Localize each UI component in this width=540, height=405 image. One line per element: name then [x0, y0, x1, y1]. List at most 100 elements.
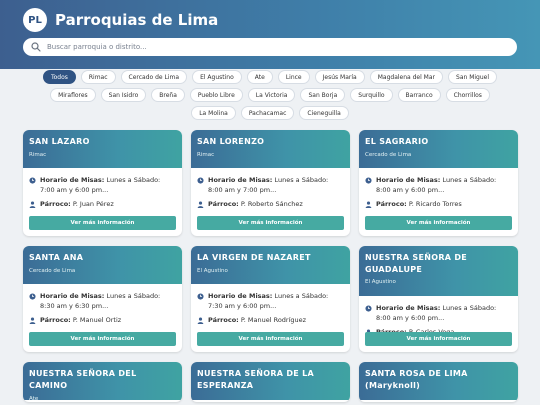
more-info-button[interactable]: Ver más información — [365, 216, 512, 230]
schedule-row: Horario de Misas: Lunes a Sábado: 8:00 am… — [365, 175, 512, 195]
schedule-times: 8:00 am y 6:00 pm... — [376, 314, 445, 322]
person-icon — [365, 201, 372, 208]
more-info-button[interactable]: Ver más información — [197, 216, 344, 230]
priest-name: P. Manuel Rodríguez — [240, 316, 307, 324]
filter-chip[interactable]: San Isidro — [100, 88, 147, 102]
schedule-times: 7:30 am y 6:00 pm... — [208, 302, 277, 310]
filter-chip[interactable]: Miraflores — [50, 88, 96, 102]
parish-district: El Agustino — [365, 279, 396, 285]
filter-chip[interactable]: Todos — [42, 70, 76, 84]
card-header: NUESTRA SEÑORA DE LA ESPERANZA — [191, 362, 350, 400]
filter-chip[interactable]: El Agustino — [192, 70, 242, 84]
priest-row: Párroco: P. Juan Pérez — [29, 199, 176, 209]
schedule-days: Lunes a Sábado: — [442, 304, 497, 312]
schedule-label: Horario de Misas: — [208, 176, 273, 184]
filter-chip[interactable]: San Miguel — [448, 70, 498, 84]
card-header: NUESTRA SEÑORA DE GUADALUPE El Agustino — [359, 246, 518, 296]
parish-card[interactable]: SANTA ANA Cercado de Lima Horario de Misas… — [23, 246, 182, 352]
parish-district: Cercado de Lima — [29, 268, 76, 274]
priest-row: Párroco: P. Manuel Ortiz — [29, 315, 176, 325]
card-body: Horario de Misas: Lunes a Sábado: 8:00 am… — [191, 168, 350, 209]
schedule-days: Lunes a Sábado: — [106, 176, 161, 184]
card-header: SANTA ANA Cercado de Lima — [23, 246, 182, 284]
card-body: Horario de Misas: Lunes a Sábado: 8:30 am… — [23, 284, 182, 325]
parish-name: NUESTRA SEÑORA DEL CAMINO — [29, 369, 137, 390]
card-header: SANTA ROSA DE LIMA (Maryknoll) — [359, 362, 518, 400]
priest-row: Párroco: P. Manuel Rodríguez — [197, 315, 344, 325]
clock-icon — [365, 304, 372, 312]
clock-icon — [197, 176, 204, 184]
brand: PL Parroquias de Lima — [23, 7, 517, 33]
priest-name: P. Juan Pérez — [72, 200, 114, 208]
parish-name: SANTA ANA — [29, 253, 84, 262]
schedule-label: Horario de Misas: — [40, 292, 105, 300]
priest-name: P. Manuel Ortiz — [72, 316, 122, 324]
more-info-button[interactable]: Ver más información — [197, 332, 344, 346]
filter-chip[interactable]: Barranco — [397, 88, 441, 102]
parish-card[interactable]: SANTA ROSA DE LIMA (Maryknoll) — [359, 362, 518, 402]
card-header: NUESTRA SEÑORA DEL CAMINO Ate — [23, 362, 182, 402]
filter-chip[interactable]: Chorrillos — [445, 88, 490, 102]
card-body: Horario de Misas: Lunes a Sábado: 8:00 am… — [359, 296, 518, 337]
more-info-button[interactable]: Ver más información — [29, 216, 176, 230]
filter-chip[interactable]: La Victoria — [247, 88, 296, 102]
schedule-label: Horario de Misas: — [40, 176, 105, 184]
filter-chip[interactable]: Cieneguilla — [299, 106, 349, 120]
schedule-label: Horario de Misas: — [376, 176, 441, 184]
parish-card[interactable]: LA VIRGEN DE NAZARET El Agustino Horario d… — [191, 246, 350, 352]
filter-chip[interactable]: La Molina — [191, 106, 236, 120]
person-icon — [29, 317, 36, 324]
search-input[interactable] — [47, 43, 509, 51]
schedule-times: 8:00 am y 7:00 pm... — [208, 186, 277, 194]
schedule-days: Lunes a Sábado: — [106, 292, 161, 300]
parish-grid: SAN LAZARO Rimac Horario de Misas: Lunes a… — [23, 130, 518, 402]
card-header: SAN LAZARO Rimac — [23, 130, 182, 168]
parish-card[interactable]: NUESTRA SEÑORA DEL CAMINO Ate — [23, 362, 182, 402]
schedule-times: 8:00 am y 6:00 pm... — [376, 186, 445, 194]
filter-chip[interactable]: Pueblo Libre — [189, 88, 243, 102]
parish-card[interactable]: NUESTRA SEÑORA DE GUADALUPE El Agustino Ho… — [359, 246, 518, 352]
schedule-days: Lunes a Sábado: — [274, 292, 329, 300]
parish-card[interactable]: SAN LAZARO Rimac Horario de Misas: Lunes a… — [23, 130, 182, 236]
logo[interactable]: PL — [23, 8, 47, 32]
priest-row: Párroco: P. Roberto Sánchez — [197, 199, 344, 209]
clock-icon — [29, 176, 36, 184]
priest-label: Párroco: — [376, 200, 407, 208]
person-icon — [197, 317, 204, 324]
more-info-button[interactable]: Ver más información — [365, 332, 512, 346]
parish-name: LA VIRGEN DE NAZARET — [197, 253, 311, 262]
parish-card[interactable]: SAN LORENZO Rimac Horario de Misas: Lunes … — [191, 130, 350, 236]
more-info-button[interactable]: Ver más información — [29, 332, 176, 346]
filter-chip[interactable]: Cercado de Lima — [120, 70, 188, 84]
schedule-days: Lunes a Sábado: — [442, 176, 497, 184]
card-body: Horario de Misas: Lunes a Sábado: 8:00 am… — [359, 168, 518, 209]
parish-district: Ate — [29, 396, 39, 402]
filter-chip[interactable]: Jesús María — [314, 70, 365, 84]
parish-card[interactable]: NUESTRA SEÑORA DE LA ESPERANZA — [191, 362, 350, 402]
card-header: SAN LORENZO Rimac — [191, 130, 350, 168]
priest-name: P. Roberto Sánchez — [240, 200, 303, 208]
parish-card[interactable]: EL SAGRARIO Cercado de Lima Horario de Mis… — [359, 130, 518, 236]
schedule-label: Horario de Misas: — [208, 292, 273, 300]
filter-chip[interactable]: San Borja — [300, 88, 346, 102]
filter-chip[interactable]: Pachacamac — [240, 106, 295, 120]
person-icon — [29, 201, 36, 208]
app-title: Parroquias de Lima — [55, 11, 219, 29]
filter-chip[interactable]: Rimac — [80, 70, 116, 84]
filter-chip[interactable]: Lince — [277, 70, 310, 84]
priest-row: Párroco: P. Ricardo Torres — [365, 199, 512, 209]
parish-name: NUESTRA SEÑORA DE LA ESPERANZA — [197, 369, 315, 390]
schedule-times: 7:00 am y 6:00 pm... — [40, 186, 109, 194]
search-icon — [31, 42, 41, 52]
parish-district: El Agustino — [197, 268, 228, 274]
filter-chip[interactable]: Breña — [151, 88, 185, 102]
clock-icon — [29, 292, 36, 300]
filter-chip[interactable]: Surquillo — [350, 88, 393, 102]
priest-label: Párroco: — [40, 316, 71, 324]
filter-chip[interactable]: Magdalena del Mar — [369, 70, 444, 84]
priest-label: Párroco: — [208, 316, 239, 324]
filter-chip[interactable]: Ate — [246, 70, 273, 84]
search-bar[interactable] — [23, 38, 517, 56]
person-icon — [197, 201, 204, 208]
schedule-row: Horario de Misas: Lunes a Sábado: 8:00 am… — [365, 303, 512, 323]
